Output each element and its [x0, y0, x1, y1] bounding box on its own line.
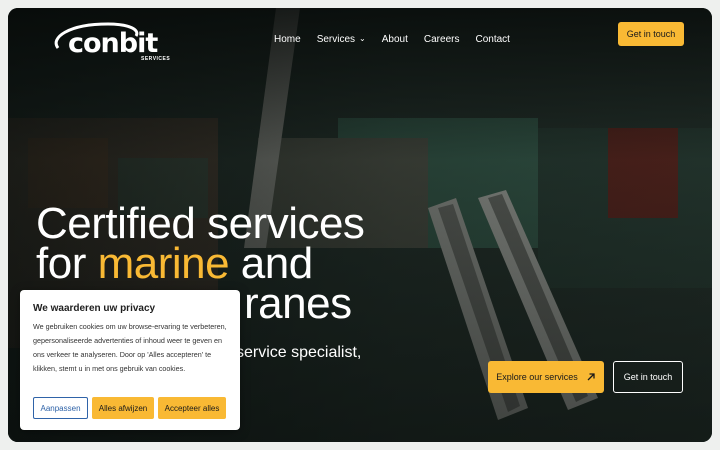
nav-contact[interactable]: Contact — [467, 28, 517, 51]
get-in-touch-hero-button[interactable]: Get in touch — [613, 361, 683, 393]
cookie-reject-all-button[interactable]: Alles afwijzen — [92, 397, 154, 419]
get-in-touch-header-button[interactable]: Get in touch — [618, 22, 684, 46]
logo-wordmark: conbit — [68, 28, 158, 59]
cookie-title: We waarderen uw privacy — [33, 303, 156, 314]
cookie-body: We gebruiken cookies om uw browse-ervari… — [33, 322, 227, 373]
headline-line-2: for marine and — [36, 242, 456, 286]
nav-services-label: Services — [316, 34, 356, 45]
explore-services-button[interactable]: Explore our services — [488, 361, 604, 393]
nav-about-label: About — [381, 34, 408, 45]
cookie-accept-all-button[interactable]: Accepteer alles — [158, 397, 226, 419]
chevron-down-icon: ⌄ — [359, 34, 366, 43]
logo-subtitle: SERVICES — [141, 56, 171, 62]
nav-contact-label: Contact — [475, 34, 510, 45]
cookie-consent-dialog: We waarderen uw privacy We gebruiken coo… — [20, 290, 240, 430]
headline-accent-word: marine — [97, 239, 230, 288]
nav-about[interactable]: About — [374, 28, 416, 51]
nav-careers[interactable]: Careers — [416, 28, 468, 51]
brand-logo[interactable]: conbit SERVICES — [48, 20, 170, 62]
main-nav: Home Services ⌄ About Careers Contact — [266, 28, 518, 51]
headline-line-1: Certified services — [36, 199, 365, 248]
arrow-up-right-icon — [587, 373, 595, 381]
explore-services-label: Explore our services — [496, 372, 578, 382]
nav-home-label: Home — [274, 34, 301, 45]
nav-services[interactable]: Services ⌄ — [309, 28, 374, 51]
headline-line-2-pre: for — [36, 239, 98, 288]
hero-subline: service specialist, — [236, 344, 362, 361]
cookie-customize-button[interactable]: Aanpassen — [33, 397, 88, 419]
nav-careers-label: Careers — [423, 34, 460, 45]
nav-home[interactable]: Home — [266, 28, 309, 51]
